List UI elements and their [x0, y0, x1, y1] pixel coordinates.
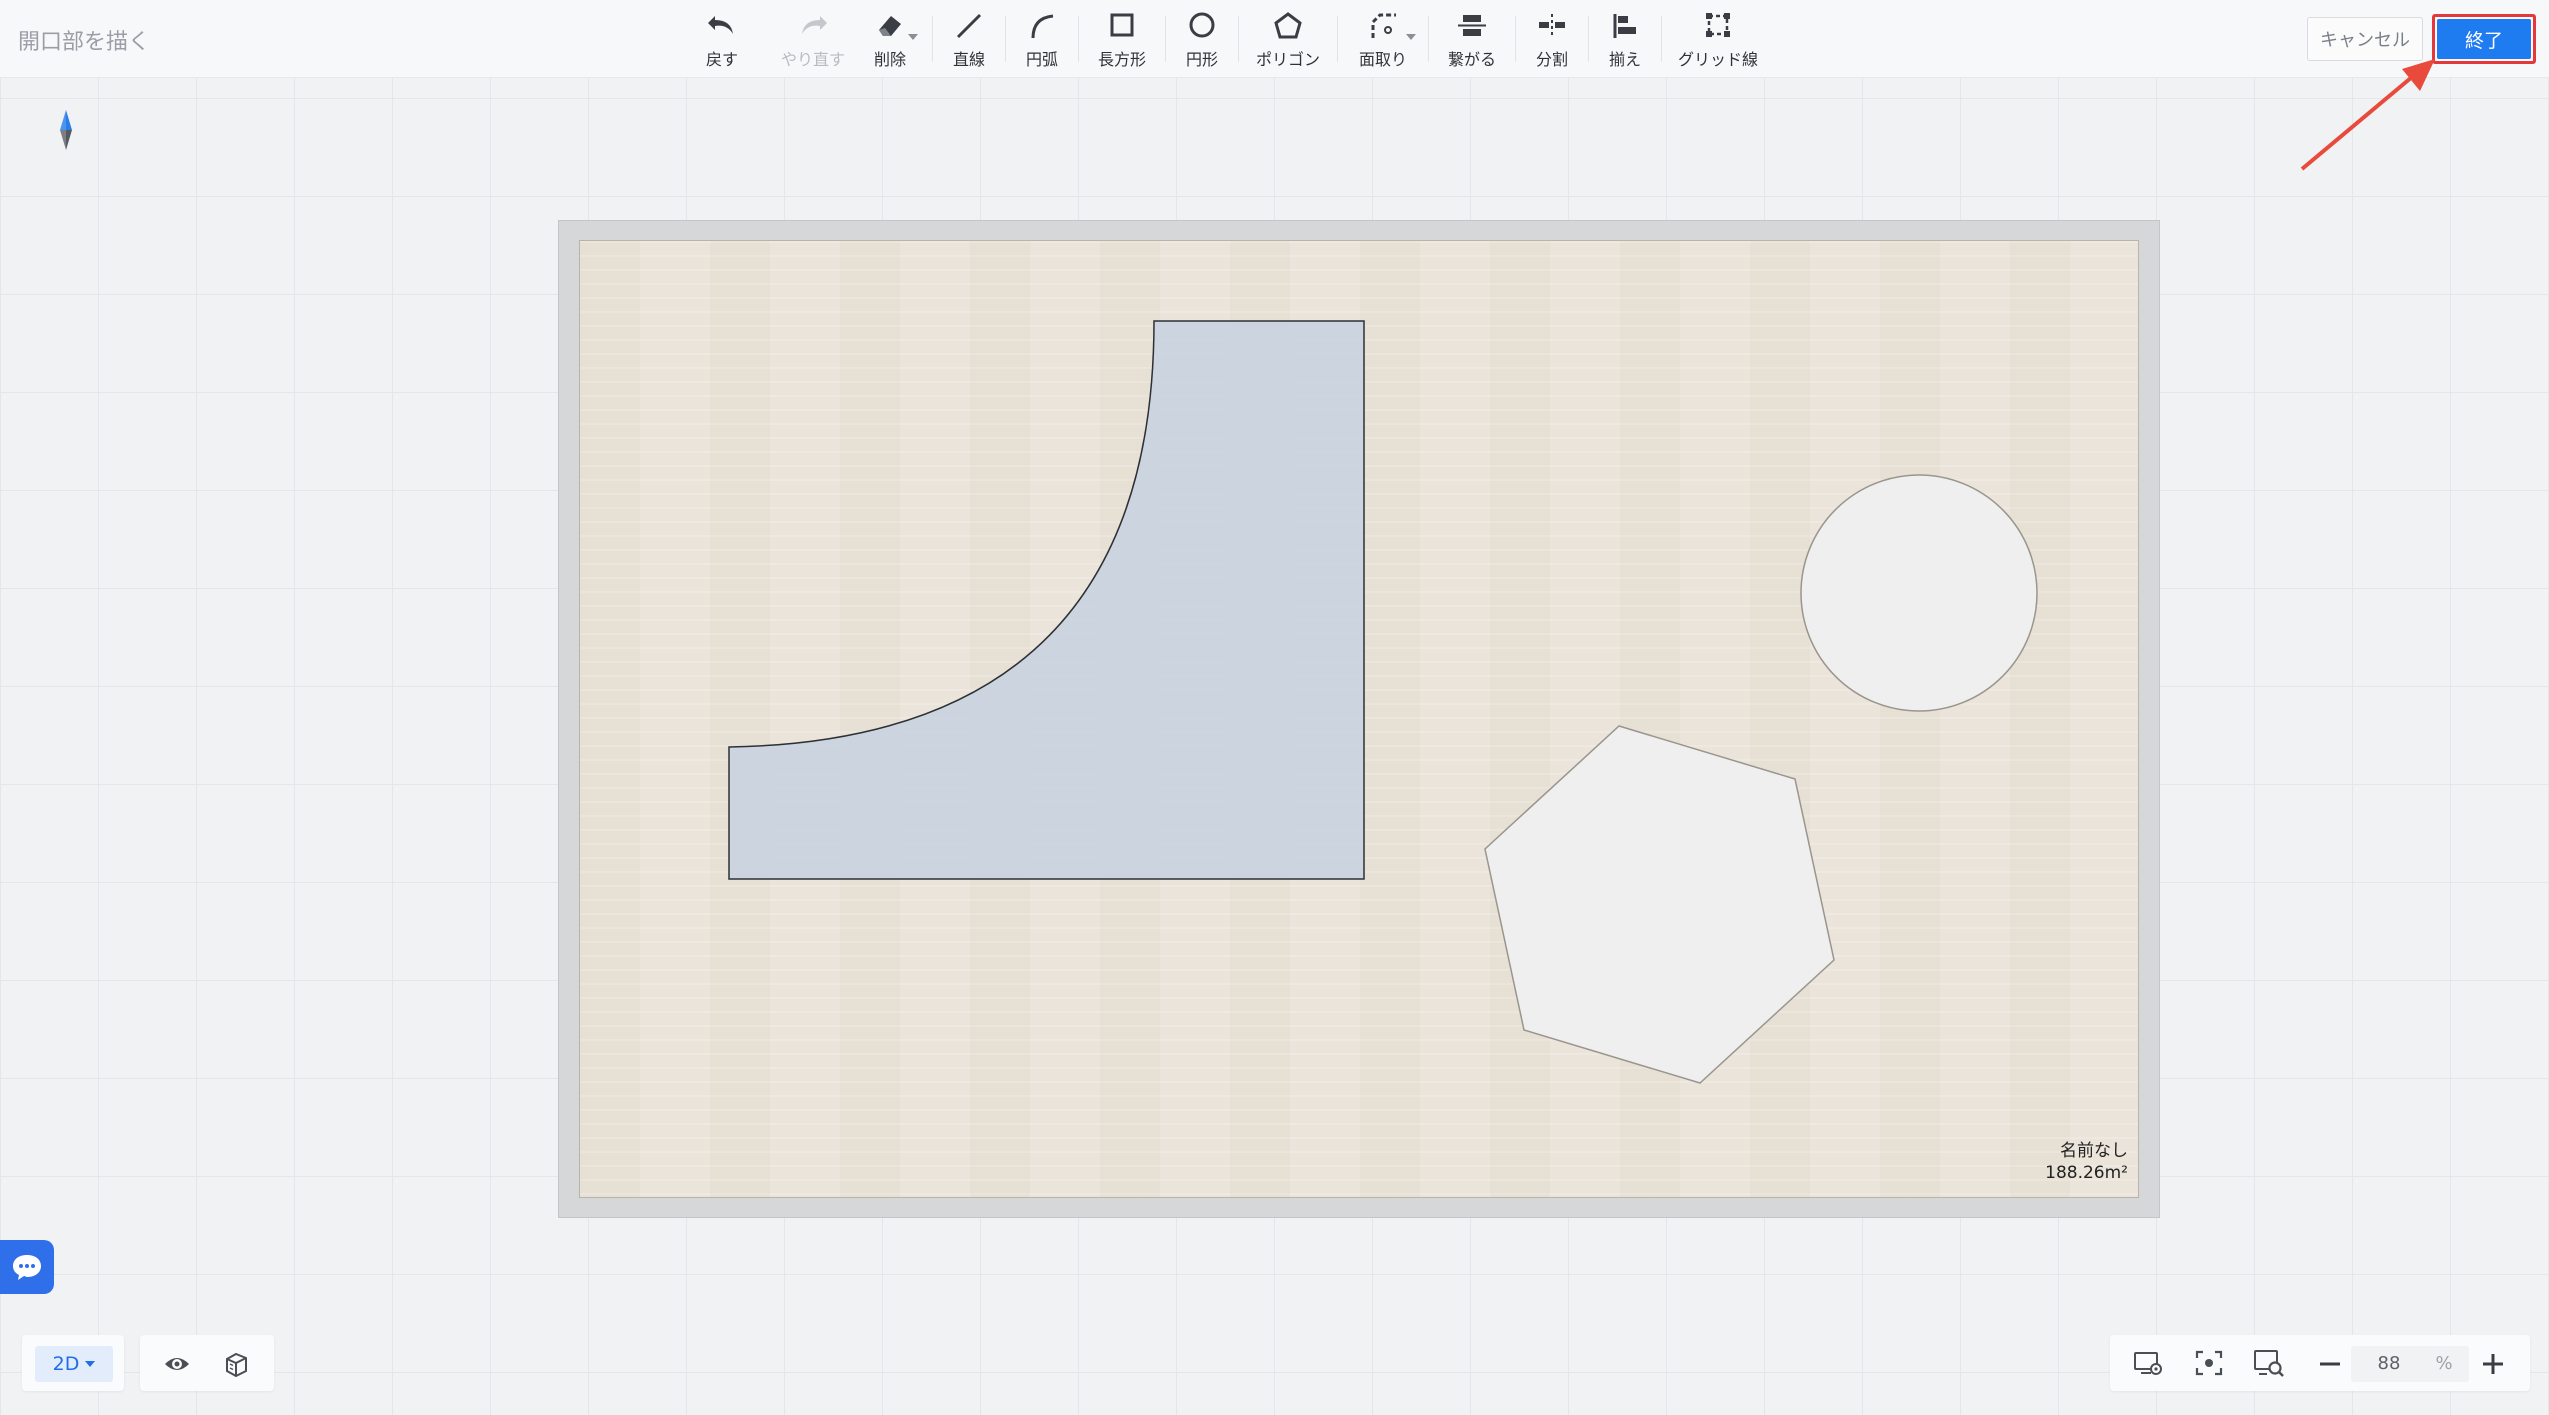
eye-icon[interactable]	[163, 1350, 191, 1378]
divider	[932, 16, 933, 62]
rectangle-icon	[1110, 13, 1134, 37]
chamfer-label: 面取り	[1358, 50, 1407, 69]
arc-icon	[1031, 14, 1054, 39]
polygon-label: ポリゴン	[1255, 50, 1320, 69]
view-mode-dropdown[interactable]: 2D	[35, 1346, 113, 1382]
arc-tool-button[interactable]: 円弧	[1020, 8, 1064, 70]
chevron-down-icon	[85, 1361, 96, 1367]
arc-label: 円弧	[1025, 50, 1058, 69]
rectangle-tool-button[interactable]: 長方形	[1093, 8, 1151, 70]
connect-tool-button[interactable]: 繋がる	[1443, 8, 1501, 70]
delete-label: 削除	[873, 50, 906, 69]
zoom-unit: %	[2435, 1353, 2453, 1374]
eraser-icon	[879, 16, 901, 36]
polygon-tool-button[interactable]: ポリゴン	[1253, 8, 1323, 70]
chevron-down-icon[interactable]	[1406, 34, 1416, 40]
divider	[1661, 16, 1662, 62]
view-mode-label: 2D	[52, 1353, 80, 1375]
undo-label: 戻す	[705, 50, 738, 69]
undo-icon	[708, 16, 733, 34]
split-icon	[1539, 14, 1565, 38]
rectangle-label: 長方形	[1097, 50, 1146, 69]
chevron-down-icon[interactable]	[908, 34, 918, 40]
divider	[1078, 16, 1079, 62]
undo-button[interactable]: 戻す	[700, 8, 744, 70]
align-tool-button[interactable]: 揃え	[1603, 8, 1647, 70]
split-label: 分割	[1535, 50, 1568, 69]
divider	[1428, 16, 1429, 62]
align-icon	[1613, 14, 1636, 38]
circle-label: 円形	[1185, 50, 1218, 69]
divider	[1238, 16, 1239, 62]
chat-icon	[13, 1255, 41, 1280]
grid-line-label: グリッド線	[1677, 50, 1758, 69]
delete-button[interactable]: 削除	[868, 8, 918, 70]
line-icon	[956, 13, 982, 39]
compass-icon[interactable]	[55, 108, 77, 152]
chamfer-tool-button[interactable]: 面取り	[1356, 8, 1416, 70]
zoom-out-icon[interactable]	[2317, 1352, 2343, 1376]
divider	[1337, 16, 1338, 62]
zoom-search-icon[interactable]	[2252, 1348, 2286, 1380]
polygon-icon	[1274, 12, 1302, 39]
connect-icon	[1458, 15, 1486, 36]
zoom-in-icon[interactable]	[2480, 1352, 2506, 1376]
view-settings-icon[interactable]	[2132, 1348, 2164, 1378]
redo-label: やり直す	[780, 50, 845, 69]
divider	[1515, 16, 1516, 62]
redo-icon	[802, 16, 827, 34]
chat-button[interactable]	[0, 1240, 54, 1294]
room-name-label: 名前なし	[2060, 1141, 2128, 1161]
grid-line-tool-button[interactable]: グリッド線	[1676, 8, 1760, 70]
display-panel	[140, 1335, 274, 1391]
floor-area[interactable]	[579, 240, 2139, 1198]
grid-line-icon	[1706, 13, 1730, 37]
redo-button[interactable]: やり直す	[778, 8, 848, 70]
divider	[1165, 16, 1166, 62]
connect-label: 繋がる	[1447, 50, 1496, 69]
top-toolbar: 開口部を描く 戻す やり直す 削除 直線 円弧 長方形 円形 ポリゴン 面取り …	[0, 0, 2549, 78]
split-tool-button[interactable]: 分割	[1530, 8, 1574, 70]
tool-group: 戻す やり直す 削除 直線 円弧 長方形 円形 ポリゴン 面取り 繋がる 分割 …	[700, 8, 1760, 70]
chamfer-icon	[1371, 13, 1396, 38]
circle-tool-button[interactable]: 円形	[1180, 8, 1224, 70]
divider	[1588, 16, 1589, 62]
line-label: 直線	[952, 50, 985, 69]
3d-view-icon[interactable]	[222, 1350, 250, 1378]
line-tool-button[interactable]: 直線	[947, 8, 991, 70]
zoom-value[interactable]: 88	[2361, 1352, 2417, 1376]
finish-button[interactable]: 終了	[2437, 19, 2531, 59]
align-label: 揃え	[1608, 50, 1641, 69]
page-title: 開口部を描く	[18, 30, 151, 55]
divider	[1005, 16, 1006, 62]
fit-view-icon[interactable]	[2193, 1348, 2225, 1378]
annotation-arrow-icon	[2300, 59, 2435, 171]
circle-icon	[1189, 12, 1215, 38]
room-area-label: 188.26m²	[2045, 1163, 2128, 1183]
